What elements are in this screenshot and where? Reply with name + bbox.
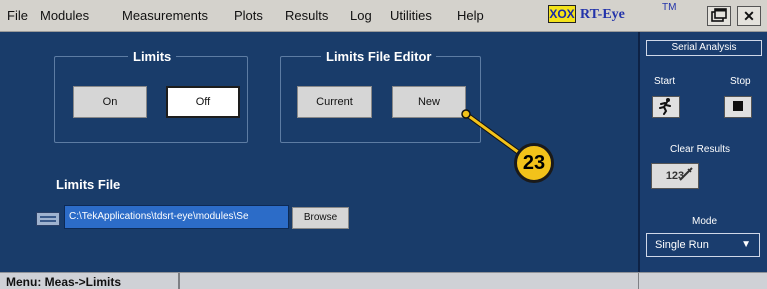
- status-divider-right: [638, 273, 639, 289]
- mode-select-value: Single Run: [655, 239, 709, 251]
- limits-file-editor-title: Limits File Editor: [321, 49, 437, 64]
- stop-label: Stop: [730, 76, 751, 87]
- running-man-icon[interactable]: [652, 96, 680, 118]
- menu-measurements[interactable]: Measurements: [122, 8, 208, 23]
- chevron-down-icon: ▼: [741, 239, 751, 250]
- current-button[interactable]: Current: [297, 86, 372, 118]
- browse-button[interactable]: Browse: [292, 207, 349, 229]
- limits-file-path-field[interactable]: C:\TekApplications\tdsrt-eye\modules\Se: [64, 205, 289, 229]
- menu-log[interactable]: Log: [350, 8, 372, 23]
- status-menu-path: Menu: Meas->Limits: [6, 275, 122, 289]
- app-title: RT-Eye: [580, 7, 625, 22]
- file-list-icon[interactable]: [36, 212, 60, 226]
- new-button[interactable]: New: [392, 86, 466, 118]
- callout-number-badge: 23: [514, 143, 554, 183]
- clear-results-button[interactable]: 123: [651, 163, 699, 189]
- menu-help[interactable]: Help: [457, 8, 484, 23]
- mode-select[interactable]: Single Run ▼: [646, 233, 760, 257]
- menu-results[interactable]: Results: [285, 8, 328, 23]
- app-logo-badge: XOX: [548, 5, 576, 23]
- menu-file[interactable]: File: [7, 8, 28, 23]
- limits-group-title: Limits: [128, 49, 177, 64]
- start-label: Start: [654, 76, 676, 87]
- menu-modules[interactable]: Modules: [40, 8, 89, 23]
- status-bar: Menu: Meas->Limits: [0, 272, 767, 289]
- stop-square-icon[interactable]: [724, 96, 752, 118]
- clear-results-label: Clear Results: [670, 144, 731, 155]
- limits-off-button[interactable]: Off: [166, 86, 240, 118]
- eraser-icon: [679, 167, 693, 181]
- trademark: TM: [662, 2, 677, 13]
- close-window-icon[interactable]: ✕: [737, 6, 761, 26]
- limits-file-label: Limits File: [56, 177, 121, 192]
- restore-window-icon[interactable]: [707, 6, 731, 26]
- serial-analysis-header: Serial Analysis: [646, 40, 762, 56]
- menu-utilities[interactable]: Utilities: [390, 8, 432, 23]
- menu-bar: File Modules Measurements Plots Results …: [0, 0, 767, 32]
- status-divider: [178, 273, 180, 289]
- limits-on-button[interactable]: On: [73, 86, 147, 118]
- menu-plots[interactable]: Plots: [234, 8, 263, 23]
- mode-label: Mode: [692, 216, 718, 227]
